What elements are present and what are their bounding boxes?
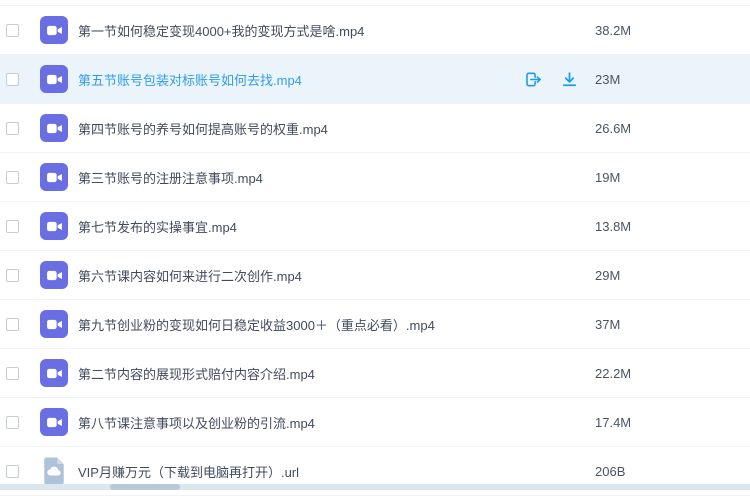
row-actions — [523, 69, 595, 89]
file-name-link[interactable]: 第六节课内容如何来进行二次创作.mp4 — [78, 266, 523, 285]
row-checkbox[interactable] — [6, 72, 19, 86]
file-size: 23M — [595, 71, 621, 87]
file-row[interactable]: 第九节创业粉的变现如何日稳定收益3000＋（重点必看）.mp4 37M — [0, 300, 750, 349]
row-checkbox[interactable] — [6, 170, 19, 184]
row-checkbox[interactable] — [6, 219, 19, 233]
horizontal-scrollbar-track[interactable] — [0, 484, 750, 490]
file-size: 38.2M — [595, 22, 632, 38]
file-name-link[interactable]: 第九节创业粉的变现如何日稳定收益3000＋（重点必看）.mp4 — [78, 315, 523, 334]
video-file-icon — [40, 261, 68, 289]
row-checkbox[interactable] — [6, 23, 19, 37]
video-file-icon — [40, 408, 68, 436]
row-checkbox[interactable] — [6, 121, 19, 135]
url-file-icon — [40, 457, 68, 485]
video-file-icon — [40, 212, 68, 240]
video-file-icon — [40, 65, 68, 93]
row-checkbox[interactable] — [6, 464, 19, 478]
file-row[interactable]: 第一节如何稳定变现4000+我的变现方式是啥.mp4 38.2M — [0, 6, 750, 55]
file-row[interactable]: 第二节内容的展现形式赔付内容介绍.mp4 22.2M — [0, 349, 750, 398]
file-name-link[interactable]: VIP月赚万元（下载到电脑再打开）.url — [78, 462, 523, 481]
video-file-icon — [40, 16, 68, 44]
file-row[interactable]: 第八节课注意事项以及创业粉的引流.mp4 17.4M — [0, 398, 750, 447]
download-icon-button[interactable] — [559, 69, 579, 89]
video-file-icon — [40, 310, 68, 338]
file-size: 37M — [595, 316, 621, 332]
file-name-link[interactable]: 第四节账号的养号如何提高账号的权重.mp4 — [78, 119, 523, 138]
file-size: 19M — [595, 169, 621, 185]
file-name-link[interactable]: 第二节内容的展现形式赔付内容介绍.mp4 — [78, 364, 523, 383]
file-name-link[interactable]: 第八节课注意事项以及创业粉的引流.mp4 — [78, 413, 523, 432]
file-name-link[interactable]: 第七节发布的实操事宜.mp4 — [78, 217, 523, 236]
video-file-icon — [40, 163, 68, 191]
row-checkbox[interactable] — [6, 317, 19, 331]
file-name-link[interactable]: 第五节账号包装对标账号如何去找.mp4 — [78, 70, 523, 89]
row-checkbox[interactable] — [6, 366, 19, 380]
file-size: 22.2M — [595, 365, 632, 381]
file-name-link[interactable]: 第三节账号的注册注意事项.mp4 — [78, 168, 523, 187]
share-icon-button[interactable] — [523, 69, 543, 89]
row-checkbox[interactable] — [6, 268, 19, 282]
file-row[interactable]: 第五节账号包装对标账号如何去找.mp4 23M — [0, 55, 750, 104]
file-size: 29M — [595, 267, 621, 283]
video-file-icon — [40, 114, 68, 142]
file-row[interactable]: 第四节账号的养号如何提高账号的权重.mp4 26.6M — [0, 104, 750, 153]
download-icon — [562, 71, 576, 86]
video-file-icon — [40, 359, 68, 387]
share-forward-icon — [525, 72, 541, 86]
file-size: 17.4M — [595, 414, 632, 430]
file-row[interactable]: 第三节账号的注册注意事项.mp4 19M — [0, 153, 750, 202]
file-row[interactable]: 第六节课内容如何来进行二次创作.mp4 29M — [0, 251, 750, 300]
file-size: 206B — [595, 463, 626, 479]
row-checkbox[interactable] — [6, 415, 19, 429]
horizontal-scrollbar-thumb[interactable] — [110, 484, 180, 490]
file-row[interactable]: 第七节发布的实操事宜.mp4 13.8M — [0, 202, 750, 251]
file-list: 第一节如何稳定变现4000+我的变现方式是啥.mp4 38.2M 第五节账号包装… — [0, 5, 750, 496]
file-size: 13.8M — [595, 218, 632, 234]
file-size: 26.6M — [595, 120, 632, 136]
file-name-link[interactable]: 第一节如何稳定变现4000+我的变现方式是啥.mp4 — [78, 21, 523, 40]
